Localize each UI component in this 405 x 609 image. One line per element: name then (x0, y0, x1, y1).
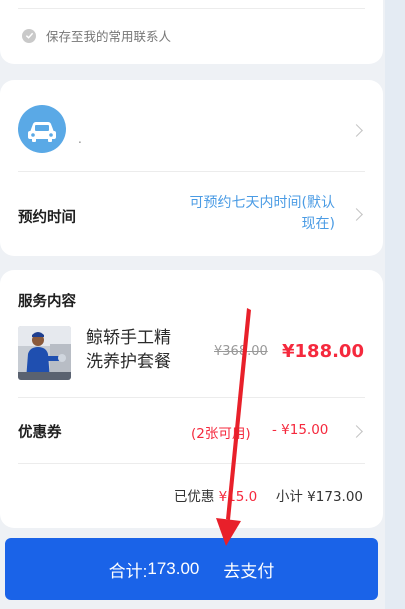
order-confirm-page: 保存至我的常用联系人 . 预约时间 可预约七天内时间(默认 现在) 服务内容 鲸… (0, 0, 405, 609)
total-value: 173.00 (147, 559, 200, 578)
save-contact-label: 保存至我的常用联系人 (46, 29, 172, 44)
coupon-amount[interactable]: - ¥15.00 (272, 422, 328, 438)
vehicle-info-text: . (78, 132, 82, 146)
divider (18, 463, 365, 464)
subtotal-label: 小计 (275, 489, 303, 505)
discount-value: ¥15.0 (218, 489, 258, 505)
divider (18, 171, 365, 172)
total-label: 合计: (108, 561, 148, 581)
service-name-line2: 洗养护套餐 (86, 352, 171, 372)
chevron-right-icon[interactable] (350, 425, 363, 438)
side-strip (385, 0, 405, 609)
original-price: ¥368.00 (214, 344, 268, 359)
chevron-right-icon[interactable] (350, 208, 363, 221)
appointment-label: 预约时间 (18, 210, 76, 226)
appointment-value-line1: 可预约七天内时间(默认 (189, 195, 335, 211)
vehicle-appointment-card: . 预约时间 可预约七天内时间(默认 现在) (0, 80, 383, 256)
price-summary: 已优惠 ¥15.0 小计 ¥173.00 (174, 485, 363, 505)
service-name-line1: 鲸轿手工精 (86, 328, 171, 348)
car-icon[interactable] (18, 105, 66, 153)
appointment-value-line2: 现在) (301, 216, 335, 232)
pay-action-label: 去支付 (223, 561, 275, 581)
save-contact-toggle[interactable]: 保存至我的常用联系人 (22, 26, 171, 45)
pay-button[interactable]: 合计: 173.00 去支付 (5, 538, 378, 600)
coupon-count[interactable]: (2张可用) (191, 422, 251, 442)
service-name: 鲸轿手工精 洗养护套餐 (86, 326, 196, 374)
sale-price: ¥188.00 (282, 341, 364, 362)
coupon-label: 优惠券 (18, 425, 62, 441)
chevron-right-icon[interactable] (350, 124, 363, 137)
service-image (18, 326, 71, 380)
appointment-time-selector[interactable]: 可预约七天内时间(默认 现在) (135, 193, 335, 235)
discount-label: 已优惠 (173, 489, 215, 505)
check-circle-icon[interactable] (22, 28, 36, 43)
service-card: 服务内容 鲸轿手工精 洗养护套餐 ¥368.00 ¥188.00 优惠券 (2张… (0, 270, 383, 528)
divider (18, 8, 365, 9)
subtotal-value: ¥173.00 (307, 489, 363, 505)
service-section-title: 服务内容 (18, 294, 76, 310)
divider (18, 397, 365, 398)
contact-card: 保存至我的常用联系人 (0, 0, 383, 64)
